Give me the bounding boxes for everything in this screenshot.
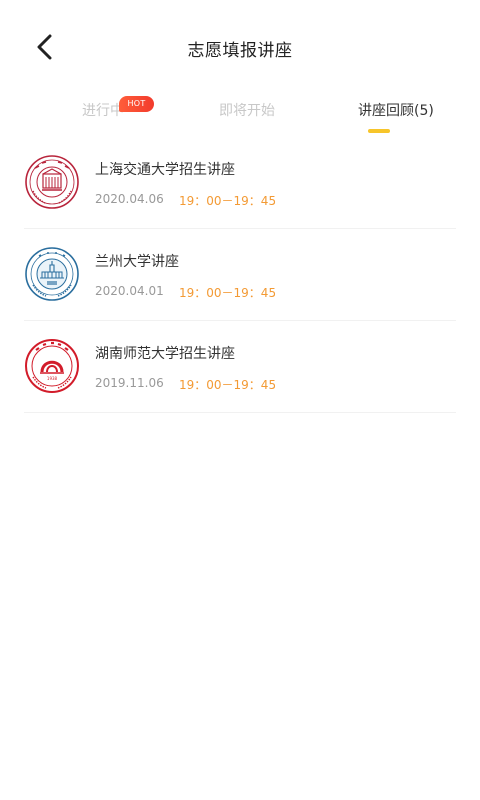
list-item[interactable]: 兰州大学讲座 2020.04.01 19：00－19：45 (24, 229, 456, 321)
lecture-title: 湖南师范大学招生讲座 (95, 346, 235, 362)
lzu-logo-icon (25, 247, 79, 301)
lecture-title: 兰州大学讲座 (95, 254, 179, 270)
svg-text:1938: 1938 (47, 376, 58, 381)
tab-ongoing[interactable]: 进行中 (82, 100, 124, 130)
tab-review[interactable]: 讲座回顾(5) (358, 100, 434, 130)
page-title: 志愿填报讲座 (187, 41, 293, 61)
lecture-date: 2020.04.06 (95, 192, 164, 206)
lecture-time: 19：00－19：45 (179, 194, 277, 208)
lecture-date: 2020.04.01 (95, 284, 164, 298)
list-item[interactable]: 上海交通大学招生讲座 2020.04.06 19：00－19：45 (24, 137, 456, 229)
lecture-title: 上海交通大学招生讲座 (95, 162, 235, 178)
sjtu-logo-icon (25, 155, 79, 209)
tab-upcoming[interactable]: 即将开始 (219, 100, 275, 130)
tab-bar: 进行中 即将开始 讲座回顾(5) (0, 92, 480, 136)
page: 志愿填报讲座 进行中 即将开始 讲座回顾(5) HOT 上海交通大学招生讲座 2… (0, 0, 480, 800)
lecture-time: 19：00－19：45 (179, 286, 277, 300)
hot-badge: HOT (119, 96, 154, 112)
lecture-list: 上海交通大学招生讲座 2020.04.06 19：00－19：45 兰州大学讲座… (24, 137, 456, 413)
hunnu-logo-icon: 1938 (25, 339, 79, 393)
active-tab-indicator (368, 129, 390, 133)
lecture-date: 2019.11.06 (95, 376, 164, 390)
nav-bar: 志愿填报讲座 (0, 0, 480, 96)
list-item[interactable]: 1938 湖南师范大学招生讲座 2019.11.06 19：00－19：45 (24, 321, 456, 413)
lecture-time: 19：00－19：45 (179, 378, 277, 392)
